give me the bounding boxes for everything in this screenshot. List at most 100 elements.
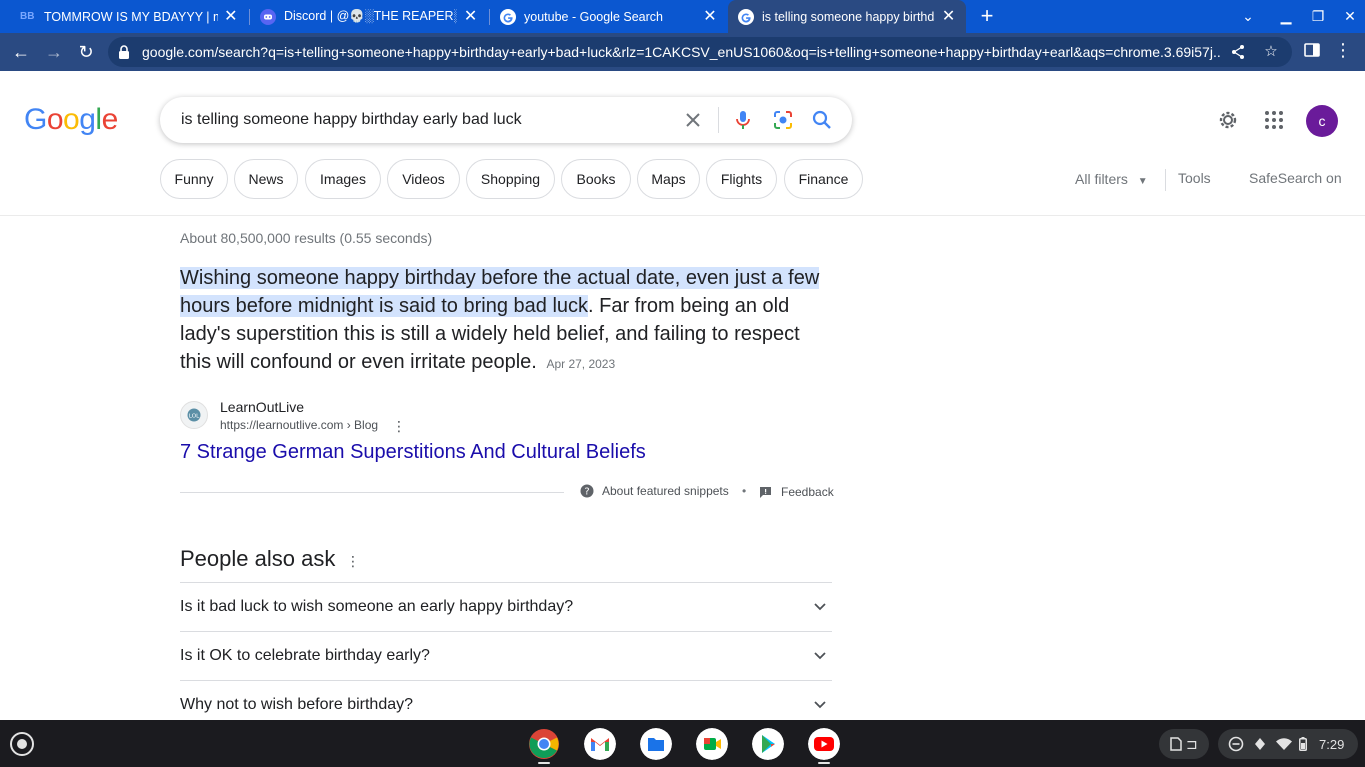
- running-indicator: [538, 762, 550, 764]
- logo-letter: G: [24, 103, 47, 136]
- menu-dots-icon[interactable]: ⋮: [1334, 41, 1352, 59]
- more-options-icon[interactable]: ⋮: [392, 418, 406, 434]
- chevron-down-icon: [814, 603, 826, 611]
- signal-icon: [1255, 738, 1265, 750]
- feedback-label: Feedback: [781, 485, 834, 499]
- close-icon[interactable]: ✕: [941, 8, 956, 25]
- new-tab-button[interactable]: +: [975, 4, 999, 28]
- microphone-icon[interactable]: [732, 109, 754, 131]
- url-text[interactable]: google.com/search?q=is+telling+someone+h…: [142, 44, 1222, 60]
- bracket-icon: ⊐: [1186, 735, 1198, 752]
- help-circle-icon: ?: [580, 484, 594, 498]
- minimize-icon[interactable]: ▁: [1270, 0, 1302, 33]
- logo-letter: e: [101, 103, 119, 136]
- battery-icon: [1299, 737, 1307, 751]
- wifi-icon: [1276, 738, 1292, 750]
- about-featured-snippets-link[interactable]: ? About featured snippets: [580, 484, 729, 498]
- about-label: About featured snippets: [602, 484, 729, 498]
- clear-icon[interactable]: [682, 109, 704, 131]
- paa-question-text: Is it bad luck to wish someone an early …: [180, 598, 574, 615]
- apps-grid-icon[interactable]: [1262, 108, 1286, 132]
- tab-strip: BB TOMMROW IS MY BDAYYY | mpp ✕ Discord …: [0, 0, 1365, 33]
- tools-button[interactable]: Tools: [1178, 170, 1211, 186]
- safesearch-button[interactable]: SafeSearch on: [1249, 170, 1342, 186]
- settings-gear-icon[interactable]: [1216, 108, 1240, 132]
- side-panel-icon[interactable]: [1303, 41, 1321, 59]
- toolbar: ← → ↻ google.com/search?q=is+telling+som…: [0, 33, 1365, 71]
- discord-icon: [260, 8, 276, 25]
- close-icon[interactable]: ✕: [463, 8, 478, 25]
- search-icon[interactable]: [811, 109, 833, 131]
- account-avatar[interactable]: c: [1306, 105, 1338, 137]
- svg-text:LOL: LOL: [189, 413, 200, 419]
- header-divider: [0, 215, 1365, 216]
- chevron-down-icon: [814, 652, 826, 660]
- result-stats: About 80,500,000 results (0.55 seconds): [180, 230, 433, 246]
- tab-bday[interactable]: BB TOMMROW IS MY BDAYYY | mpp ✕: [10, 0, 248, 33]
- share-icon[interactable]: [1229, 43, 1247, 61]
- featured-snippet-text: Wishing someone happy birthday before th…: [180, 264, 836, 378]
- chip-funny[interactable]: Funny: [160, 159, 228, 199]
- tab-title: youtube - Google Search: [524, 9, 663, 24]
- google-logo[interactable]: Google: [24, 103, 118, 137]
- snippet-date: Apr 27, 2023: [546, 357, 616, 371]
- chip-maps[interactable]: Maps: [637, 159, 700, 199]
- holding-space-tray[interactable]: ⊐: [1159, 729, 1209, 759]
- tab-search-chevron-icon[interactable]: ⌄: [1232, 0, 1264, 33]
- divider: [1165, 169, 1166, 191]
- launcher-icon[interactable]: [10, 732, 34, 756]
- logo-letter: o: [63, 103, 80, 136]
- lens-camera-icon[interactable]: [772, 109, 794, 131]
- caret-down-icon: ▼: [1137, 176, 1148, 187]
- result-title-link[interactable]: 7 Strange German Superstitions And Cultu…: [180, 441, 646, 464]
- lock-icon: [119, 45, 129, 59]
- paa-question[interactable]: Is it OK to celebrate birthday early?: [180, 631, 832, 680]
- tab-discord[interactable]: Discord | @💀░THE REAPER░ ( ✕: [250, 0, 488, 33]
- chip-shopping[interactable]: Shopping: [466, 159, 555, 199]
- search-box[interactable]: is telling someone happy birthday early …: [160, 97, 852, 143]
- bookmark-star-icon[interactable]: ☆: [1262, 43, 1280, 61]
- close-icon[interactable]: ✕: [702, 8, 718, 25]
- play-store-app-icon[interactable]: [752, 728, 784, 760]
- status-tray[interactable]: 7:29: [1218, 729, 1358, 759]
- logo-letter: o: [46, 103, 64, 136]
- divider: [180, 492, 564, 493]
- all-filters-button[interactable]: All filters ▼: [1075, 171, 1148, 187]
- tab-youtube-search[interactable]: youtube - Google Search ✕: [490, 0, 728, 33]
- close-window-icon[interactable]: ✕: [1334, 0, 1365, 33]
- youtube-app-icon[interactable]: [808, 728, 840, 760]
- chevron-down-icon: [814, 701, 826, 709]
- svg-text:?: ?: [584, 487, 589, 498]
- chip-books[interactable]: Books: [561, 159, 631, 199]
- gmail-app-icon[interactable]: [584, 728, 616, 760]
- chip-images[interactable]: Images: [305, 159, 381, 199]
- paa-question-text: Is it OK to celebrate birthday early?: [180, 647, 430, 664]
- chip-videos[interactable]: Videos: [387, 159, 460, 199]
- chip-news[interactable]: News: [234, 159, 298, 199]
- feedback-icon: [760, 486, 771, 498]
- forward-arrow-icon[interactable]: →: [42, 41, 66, 63]
- os-shelf: ⊐ 7:29: [0, 720, 1365, 767]
- learnoutlive-favicon[interactable]: LOL: [180, 401, 208, 429]
- chip-flights[interactable]: Flights: [706, 159, 777, 199]
- tab-title: TOMMROW IS MY BDAYYY | mpp: [44, 9, 218, 24]
- back-arrow-icon[interactable]: ←: [9, 41, 33, 63]
- tab-title: is telling someone happy birthday: [762, 9, 936, 24]
- files-app-icon[interactable]: [640, 728, 672, 760]
- restore-icon[interactable]: ❐: [1302, 0, 1334, 33]
- paa-question[interactable]: Is it bad luck to wish someone an early …: [180, 582, 832, 631]
- site-name[interactable]: LearnOutLive: [220, 399, 304, 415]
- reload-icon[interactable]: ↻: [74, 41, 98, 63]
- more-options-icon[interactable]: ⋮: [346, 553, 360, 569]
- google-icon: [738, 8, 754, 25]
- chip-finance[interactable]: Finance: [784, 159, 863, 199]
- tab-active-search[interactable]: is telling someone happy birthday ✕: [728, 0, 966, 33]
- close-icon[interactable]: ✕: [224, 8, 238, 25]
- feedback-link[interactable]: Feedback: [759, 485, 834, 499]
- address-bar[interactable]: google.com/search?q=is+telling+someone+h…: [108, 37, 1292, 67]
- meet-app-icon[interactable]: [696, 728, 728, 760]
- chrome-app-icon[interactable]: [528, 728, 560, 760]
- paa-question-text: Why not to wish before birthday?: [180, 696, 414, 713]
- search-input[interactable]: is telling someone happy birthday early …: [181, 111, 522, 129]
- site-url[interactable]: https://learnoutlive.com › Blog: [220, 418, 378, 432]
